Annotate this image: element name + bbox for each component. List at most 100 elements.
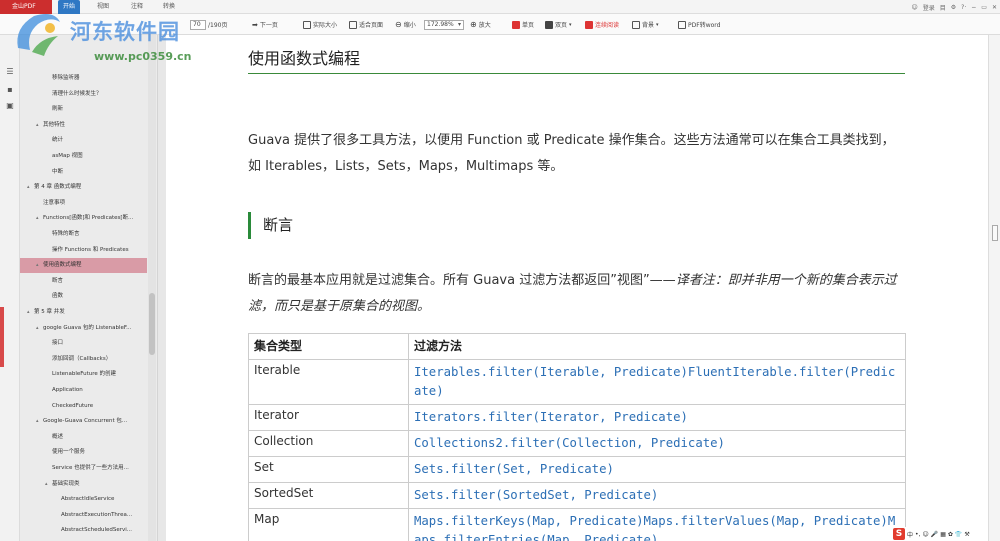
outline-item[interactable]: AbstractScheduledServi... [20,523,147,538]
outline-item[interactable]: ▴ 基础实现类 [20,477,147,492]
window-controls: ☺ 登录 目 ⚙ ?· − ▭ ✕ [911,0,997,14]
outline-item[interactable]: 刷新 [20,102,147,117]
outline-item-label: 其他特性 [43,121,66,128]
settings-icon[interactable]: ⚙ [951,4,956,11]
collapse-arrow-icon[interactable]: ▴ [36,258,43,273]
outline-item[interactable]: Service 也提供了一些方法用... [20,461,147,476]
assertion-paragraph: 断言的最基本应用就是过滤集合。所有 Guava 过滤方法都返回”视图”——译者注… [248,268,898,320]
background-icon [632,20,640,29]
outline-item[interactable]: ▴ Google-Guava Concurrent 包... [20,414,147,429]
background-label: 背景 [642,22,655,29]
outline-item[interactable]: 概述 [20,430,147,445]
outline-item[interactable]: ▴ google Guava 包的 ListenableF... [20,321,147,336]
minimize-button[interactable]: − [971,4,976,11]
outline-item[interactable]: 统计 [20,133,147,148]
outline-item-label: google Guava 包的 ListenableF... [43,324,132,331]
app-menu-button[interactable]: 金山PDF [0,0,52,14]
zoom-in-button[interactable]: ⊕ 放大 [470,17,491,32]
collapse-arrow-icon[interactable]: ▴ [36,211,43,226]
tab-start[interactable]: 开始 [58,0,81,14]
outline-icon[interactable]: ☰ [5,67,15,76]
pdf-to-word-label: PDF转word [688,22,721,29]
fit-page-button[interactable]: 适合页面 [349,17,383,32]
user-icon[interactable]: ☺ [911,4,917,11]
outline-sidebar: 移除监听器 清理什么时候发生？ 刷新 ▴ 其他特性 统计 asMap 视图 中断 ▴ 第 4 章 … [20,35,158,541]
outline-item[interactable]: 接口 [20,336,147,351]
outline-item[interactable]: 注意事项 [20,196,147,211]
page-scrollbar-thumb[interactable] [992,225,998,241]
single-page-label: 单页 [522,22,535,29]
outline-item[interactable]: CheckedFuture [20,399,147,414]
collapse-arrow-icon[interactable]: ▴ [36,321,43,336]
outline-item[interactable]: AbstractExecutionThrea... [20,508,147,523]
outline-item[interactable]: ▴ 第 4 章 函数式编程 [20,180,147,195]
tab-view[interactable]: 视图 [92,0,114,14]
feedback-icon[interactable]: 目 [940,3,946,12]
shirt-icon[interactable]: 👕 [955,531,962,538]
zoom-out-button[interactable]: ⊖ 缩小 [395,17,416,32]
filter-method-cell: Iterables.filter(Iterable, Predicate)Flu… [408,359,906,405]
login-link[interactable]: 登录 [923,3,935,12]
single-page-button[interactable]: 单页 [512,17,534,32]
keyboard-icon[interactable]: ▦ [940,531,946,538]
outline-item[interactable]: ▴ 第 5 章 并发 [20,305,147,320]
outline-item[interactable]: 中断 [20,165,147,180]
tools-icon[interactable]: ⚒ [964,531,969,538]
outline-item[interactable]: 移除监听器 [20,71,147,86]
pdf-to-word-button[interactable]: PDF转word [678,17,720,32]
microphone-icon[interactable]: 🎤 [931,531,938,538]
bookmark-icon[interactable]: ▪ [5,85,15,94]
sidebar-scrollbar-track[interactable] [148,35,156,541]
double-page-button[interactable]: 双页 ▾ [545,17,572,32]
outline-item[interactable]: ▴ Functions[函数]和 Predicates[断... [20,211,147,226]
skin-icon[interactable]: ✿ [948,531,953,538]
tab-annotate[interactable]: 注释 [126,0,148,14]
table-row: Collection Collections2.filter(Collection… [248,430,906,457]
next-page-button[interactable]: ➡ 下一页 [252,17,278,32]
outline-item-label: 使用函数式编程 [43,262,82,269]
actual-size-button[interactable]: 实际大小 [303,17,337,32]
outline-item[interactable]: 函数 [20,289,147,304]
outline-item[interactable]: 特殊的断言 [20,227,147,242]
page-total: /190页 [208,22,228,29]
collapse-arrow-icon[interactable]: ▴ [36,118,43,133]
outline-item[interactable]: ▴ 其他特性 [20,118,147,133]
outline-item[interactable]: 使用一个服务 [20,445,147,460]
outline-item[interactable]: ▴ 使用函数式编程 [20,258,147,274]
outline-item[interactable]: AbstractIdleService [20,492,147,507]
zoom-in-icon: ⊕ [470,20,477,29]
ime-language-label[interactable]: 中 [907,530,913,539]
section-heading: 断言 [248,212,293,239]
sidebar-scrollbar-thumb[interactable] [149,293,155,355]
thumbnail-icon[interactable]: ▣ [5,101,15,110]
close-button[interactable]: ✕ [992,4,997,11]
outline-item[interactable]: 清理什么时候发生？ [20,87,147,102]
page-number-input[interactable]: 70 [190,19,206,30]
collection-type-cell: Iterable [248,359,409,405]
restore-button[interactable]: ▭ [981,4,987,11]
outline-item-label: 操作 Functions 和 Predicates [52,246,129,253]
outline-item[interactable]: 操作 Functions 和 Predicates [20,243,147,258]
collapse-arrow-icon[interactable]: ▴ [27,305,34,320]
tab-convert[interactable]: 转换 [158,0,180,14]
outline-item[interactable]: 添加回调（Callbacks） [20,352,147,367]
collapse-arrow-icon[interactable]: ▴ [36,414,43,429]
outline-item-label: CheckedFuture [52,402,94,409]
outline-item[interactable]: asMap 视图 [20,149,147,164]
collapse-panel-handle[interactable] [0,307,4,367]
sogou-s-icon[interactable]: S [893,528,905,540]
outline-item[interactable]: Application [20,383,147,398]
filter-method-cell: Sets.filter(SortedSet, Predicate) [408,482,906,509]
page-scrollbar[interactable] [988,35,1000,541]
outline-item[interactable]: ListenableFuture 的创建 [20,367,147,382]
emoji-icon[interactable]: ☺ [922,531,928,538]
punctuation-icon[interactable]: •, [915,531,920,538]
help-icon[interactable]: ?· [961,4,966,11]
outline-item[interactable]: 断言 [20,274,147,289]
zoom-select[interactable]: 172.98% [424,19,464,30]
actual-size-label: 实际大小 [313,22,338,29]
background-button[interactable]: 背景 ▾ [632,17,659,32]
collapse-arrow-icon[interactable]: ▴ [27,180,34,195]
continuous-read-button[interactable]: 连续阅读 [585,17,619,32]
collapse-arrow-icon[interactable]: ▴ [45,477,52,492]
